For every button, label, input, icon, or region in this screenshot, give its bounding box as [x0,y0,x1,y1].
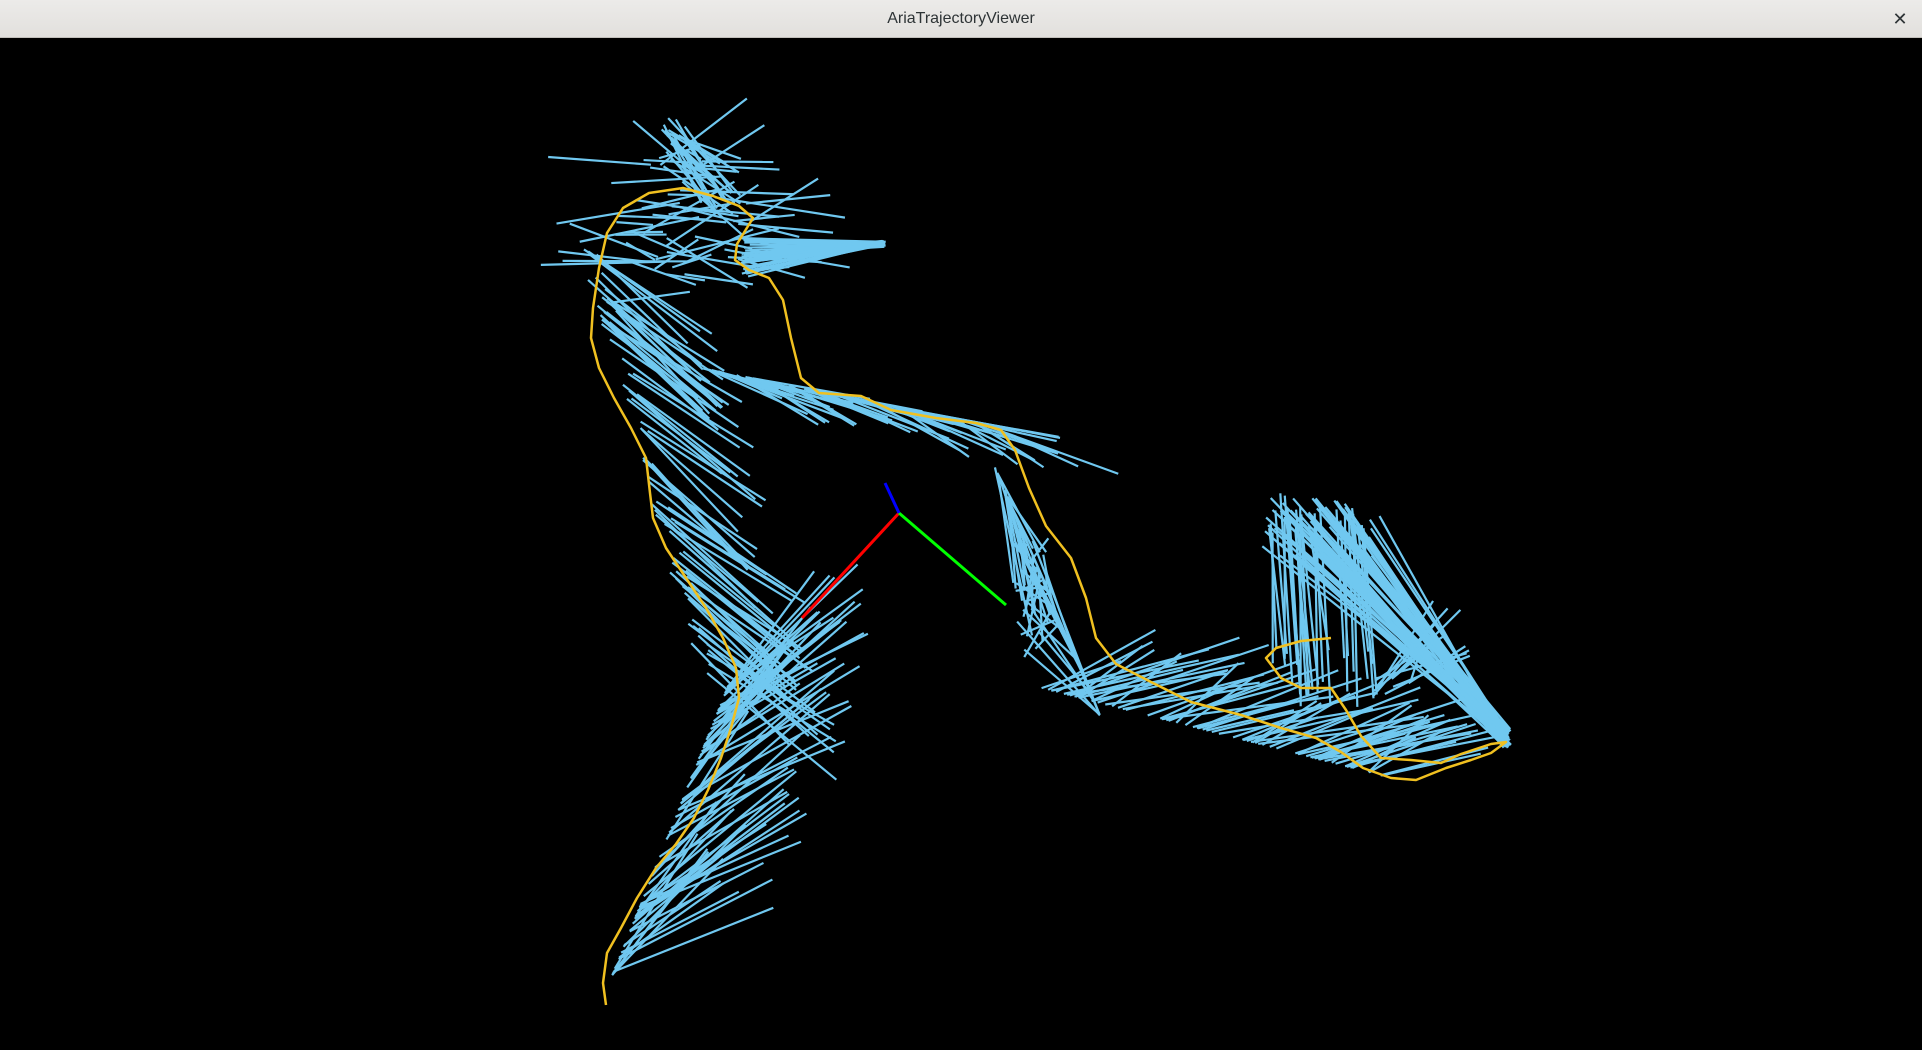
origin-axes [800,482,1007,620]
camera-ray [626,398,723,475]
camera-ray [642,459,756,558]
application-window: AriaTrajectoryViewer ✕ [0,0,1922,1050]
camera-ray [640,834,789,905]
camera-ray [668,693,831,834]
camera-ray [701,160,774,164]
3d-viewport[interactable] [1,38,1921,1049]
x-axis-line [800,511,901,620]
camera-ray [624,230,664,234]
camera-rays [540,97,1512,976]
trajectory-canvas[interactable] [1,38,1921,1049]
camera-ray [556,201,680,225]
camera-ray [616,221,654,227]
z-axis-line [883,482,901,514]
camera-ray [609,338,739,428]
camera-ray [625,241,656,261]
camera-ray [622,823,747,948]
camera-ray [674,735,832,818]
close-icon[interactable]: ✕ [1888,7,1912,31]
title-bar[interactable]: AriaTrajectoryViewer ✕ [0,0,1922,38]
camera-ray [548,155,652,166]
window-title: AriaTrajectoryViewer [887,10,1035,27]
camera-ray [640,420,767,502]
y-axis-line [898,511,1007,607]
camera-ray [631,788,785,925]
camera-ray [606,297,719,407]
camera-ray [579,215,700,243]
